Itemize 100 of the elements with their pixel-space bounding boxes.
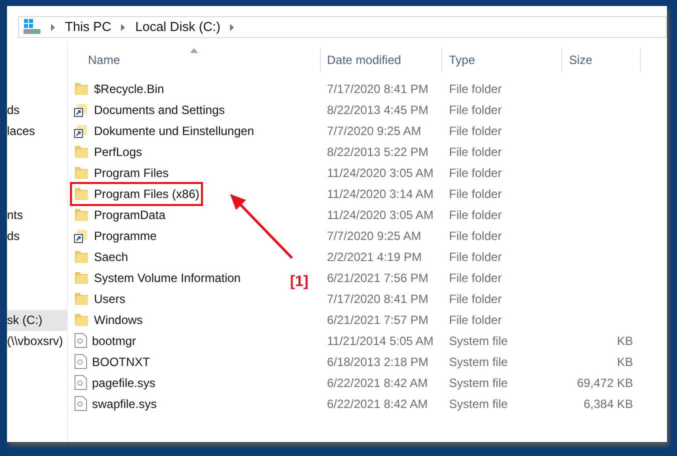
file-icon (74, 354, 87, 369)
shortcut-icon (74, 124, 89, 138)
sidebar-item[interactable]: (\\vboxsrv) (7, 331, 67, 352)
size-cell-text: KB (616, 332, 634, 350)
file-name: System Volume Information (94, 270, 241, 286)
sidebar-item[interactable]: laces (7, 121, 67, 142)
file-name: Program Files (94, 164, 169, 182)
file-row-name[interactable]: Documents and Settings (70, 98, 229, 122)
file-row-name[interactable]: PerfLogs (70, 140, 146, 164)
chevron-icon (230, 24, 234, 30)
file-name: BOOTNXT (92, 354, 150, 370)
chevron-icon (51, 24, 55, 30)
file-row-name[interactable]: Windows (70, 308, 147, 332)
folder-icon (74, 144, 89, 158)
file-row-name[interactable]: BOOTNXT (70, 350, 154, 374)
sidebar-item[interactable]: sk (C:) (7, 310, 67, 331)
file-row-name[interactable]: swapfile.sys (70, 392, 161, 416)
type-cell-text: File folder (448, 186, 503, 202)
file-row-name[interactable]: Dokumente und Einstellungen (70, 118, 258, 142)
type-cell-text: File folder (448, 312, 503, 328)
annotation-label: [1] (290, 272, 308, 292)
type-cell-text: File folder (448, 164, 503, 182)
type-cell-text: File folder (448, 122, 503, 140)
date-cell-text: 6/22/2021 8:42 AM (326, 396, 429, 412)
type-cell-text: File folder (448, 290, 503, 308)
file-name: Users (94, 290, 126, 308)
date-cell-text: 6/18/2013 2:18 PM (326, 354, 430, 370)
folder-icon (74, 82, 89, 96)
type-cell-text: System file (448, 332, 509, 350)
date-cell-text: 8/22/2013 4:45 PM (326, 102, 430, 118)
date-cell-text: 2/2/2021 4:19 PM (326, 248, 423, 266)
date-cell-text: 11/21/2014 5:05 AM (326, 332, 435, 350)
sidebar-item[interactable]: nts (7, 205, 67, 226)
date-cell-text: 11/24/2020 3:14 AM (326, 186, 435, 202)
file-row-name[interactable]: Programme (70, 224, 161, 248)
column-header[interactable]: Size (562, 48, 641, 72)
file-name: Windows (94, 312, 143, 328)
shortcut-icon (74, 102, 89, 116)
date-cell-text: 6/21/2021 7:57 PM (326, 312, 430, 328)
date-cell-text: 6/22/2021 8:42 AM (326, 374, 429, 392)
column-header[interactable]: Date modified (321, 48, 442, 72)
size-cell-text: 69,472 KB (576, 374, 634, 392)
sort-arrow-icon (190, 48, 198, 53)
type-cell-text: File folder (448, 248, 503, 266)
folder-icon (74, 312, 89, 326)
type-cell-text: File folder (448, 80, 503, 98)
type-cell-text: File folder (448, 144, 503, 160)
folder-icon (74, 208, 89, 222)
type-cell-text: File folder (448, 206, 503, 224)
type-cell-text: System file (448, 396, 509, 412)
folder-icon (74, 166, 89, 180)
type-cell-text: File folder (448, 228, 503, 244)
arrow-icon (228, 192, 296, 260)
file-name: Documents and Settings (94, 102, 225, 118)
breadcrumb[interactable]: Local Disk (C:) (135, 17, 220, 37)
file-icon (74, 396, 87, 411)
date-cell-text: 7/7/2020 9:25 AM (326, 122, 422, 140)
column-header[interactable]: Name (68, 48, 321, 72)
type-cell-text: System file (448, 374, 509, 392)
folder-icon (74, 292, 89, 306)
column-header[interactable]: Type (442, 48, 562, 72)
sidebar-item[interactable]: ds (7, 226, 67, 247)
file-icon (74, 333, 87, 348)
file-row-name[interactable]: bootmgr (70, 328, 140, 352)
file-name: Dokumente und Einstellungen (94, 122, 254, 140)
file-name: ProgramData (94, 206, 166, 224)
breadcrumb[interactable]: This PC (65, 17, 112, 37)
folder-icon (74, 270, 89, 284)
file-row-name[interactable]: pagefile.sys (70, 370, 160, 394)
date-cell-text: 7/7/2020 9:25 AM (326, 228, 422, 244)
date-cell-text: 7/17/2020 8:41 PM (326, 290, 430, 308)
file-row-name[interactable]: Program Files (70, 160, 173, 184)
file-row-name[interactable]: System Volume Information (70, 266, 245, 290)
date-cell-text: 6/21/2021 7:56 PM (326, 270, 430, 286)
file-name: pagefile.sys (92, 374, 156, 392)
file-row-name[interactable]: Users (70, 286, 130, 310)
file-name: Program Files (x86) (94, 186, 200, 202)
file-row-name[interactable]: Saech (70, 244, 132, 268)
drive-icon (23, 19, 41, 35)
size-cell-text: KB (616, 354, 634, 370)
address-bar[interactable]: This PC Local Disk (C:) (18, 16, 667, 38)
file-name: PerfLogs (94, 144, 142, 160)
shortcut-icon (74, 228, 89, 242)
sidebar-item[interactable]: ds (7, 100, 67, 121)
folder-icon (74, 250, 89, 264)
file-name: $Recycle.Bin (94, 80, 164, 98)
file-row-name[interactable]: Program Files (x86) (70, 182, 204, 206)
type-cell-text: System file (448, 354, 509, 370)
size-cell-text: 6,384 KB (582, 396, 634, 412)
date-cell-text: 11/24/2020 3:05 AM (326, 164, 435, 182)
chevron-icon (121, 24, 126, 30)
file-row-name[interactable]: $Recycle.Bin (70, 76, 168, 100)
date-cell-text: 8/22/2013 5:22 PM (326, 144, 430, 160)
file-name: Programme (94, 228, 157, 244)
date-cell-text: 11/24/2020 3:05 AM (326, 206, 435, 224)
file-row-name[interactable]: ProgramData (70, 202, 170, 226)
file-name: swapfile.sys (92, 396, 157, 412)
type-cell-text: File folder (448, 102, 503, 118)
file-name: Saech (94, 248, 128, 266)
folder-icon (74, 186, 89, 200)
